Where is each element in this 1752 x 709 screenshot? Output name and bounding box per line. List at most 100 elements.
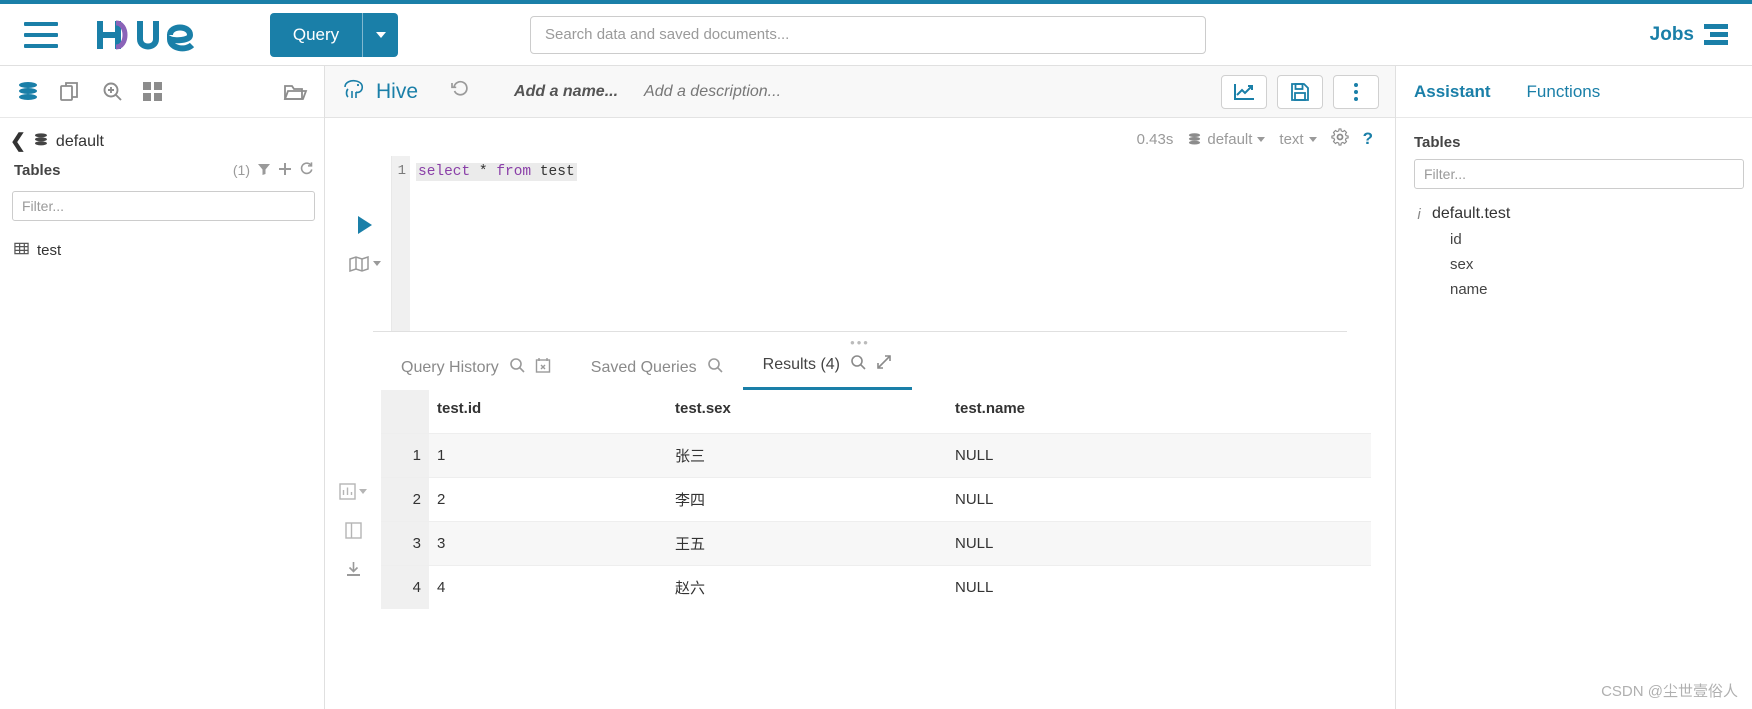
cell-name: NULL	[947, 521, 1371, 566]
documents-icon[interactable]	[58, 80, 82, 104]
table-row[interactable]: 1 1 张三 NULL	[381, 433, 1371, 478]
tables-header-title: Tables	[14, 161, 61, 179]
right-assistant-panel: Assistant Functions Tables i default.tes…	[1396, 66, 1752, 709]
main-body: ❮ default Tables (1) Filter... test Hive…	[0, 66, 1752, 709]
database-selector-label: default	[1207, 130, 1253, 148]
jobs-link[interactable]: Jobs	[1650, 24, 1694, 46]
engine-selector[interactable]: Hive	[341, 77, 418, 107]
query-name-field[interactable]: Add a name...	[514, 83, 618, 101]
query-description-field[interactable]: Add a description...	[644, 83, 781, 101]
columns-view-icon[interactable]	[344, 522, 362, 539]
database-icon[interactable]	[16, 80, 40, 104]
table-row[interactable]: 2 2 李四 NULL	[381, 477, 1371, 522]
sql-token-plain: *	[470, 164, 497, 180]
gear-settings-icon[interactable]	[1330, 128, 1349, 150]
table-row[interactable]: 3 3 王五 NULL	[381, 521, 1371, 566]
tables-filter-input[interactable]	[12, 191, 315, 221]
results-table-wrapper: test.id test.sex test.name 1 1 张三 NULL 2…	[381, 390, 1395, 709]
cell-sex: 赵六	[667, 565, 947, 609]
assistant-table-node[interactable]: i default.test	[1414, 205, 1734, 223]
question-help-icon[interactable]: ?	[1363, 129, 1373, 149]
query-duration: 0.43s	[1136, 130, 1174, 148]
chart-trending-icon[interactable]	[1221, 74, 1267, 109]
assistant-table-tree: i default.test id sex name	[1396, 189, 1752, 314]
chart-bar-icon[interactable]	[339, 483, 367, 500]
column-header-sex[interactable]: test.sex	[667, 390, 947, 434]
assistant-filter-input[interactable]	[1414, 159, 1744, 189]
cell-sex: 张三	[667, 433, 947, 478]
assistant-column[interactable]: name	[1414, 281, 1734, 298]
cell-id: 1	[429, 433, 667, 478]
results-gutter	[325, 390, 381, 709]
hue-logo[interactable]	[94, 15, 226, 55]
code-editor[interactable]: 1 select * from test	[391, 156, 1395, 331]
search-input[interactable]	[530, 15, 1206, 54]
assistant-column[interactable]: id	[1414, 231, 1734, 248]
assistant-column[interactable]: sex	[1414, 256, 1734, 273]
download-icon[interactable]	[345, 561, 362, 578]
query-button-label: Query	[292, 24, 340, 44]
grid-view-icon[interactable]	[344, 442, 363, 461]
sql-line: select * from test	[416, 163, 577, 181]
column-header-name[interactable]: test.name	[947, 390, 1371, 434]
map-book-icon[interactable]	[349, 255, 381, 272]
hamburger-menu-icon[interactable]	[24, 21, 58, 48]
left-panel-iconbar	[0, 66, 324, 118]
search-icon[interactable]	[509, 357, 525, 378]
editor-code-content[interactable]: select * from test	[410, 156, 1395, 331]
table-name: test	[37, 242, 62, 259]
expand-arrows-icon[interactable]	[876, 354, 892, 375]
table-row[interactable]: 4 4 赵六 NULL	[381, 565, 1371, 609]
plus-icon[interactable]	[278, 162, 292, 179]
tab-saved-queries[interactable]: Saved Queries	[571, 357, 743, 390]
save-disk-icon[interactable]	[1277, 74, 1323, 109]
info-icon[interactable]: i	[1414, 206, 1424, 223]
grid-apps-icon[interactable]	[142, 81, 164, 103]
chevron-down-icon	[373, 261, 381, 266]
tab-query-history[interactable]: Query History	[381, 357, 571, 390]
calendar-x-icon[interactable]	[535, 357, 551, 378]
chevron-left-icon[interactable]: ❮	[10, 132, 26, 151]
cell-name: NULL	[947, 565, 1371, 609]
drag-handle-dots: •••	[850, 335, 870, 350]
top-navbar: Query Jobs	[0, 4, 1752, 66]
column-header-rownum[interactable]	[381, 390, 429, 434]
tables-header-actions: (1)	[233, 161, 314, 179]
search-icon[interactable]	[850, 354, 866, 375]
database-selector[interactable]: default	[1187, 130, 1266, 148]
assistant-section-title: Tables	[1414, 134, 1461, 151]
history-revert-icon[interactable]	[450, 79, 470, 104]
column-header-id[interactable]: test.id	[429, 390, 667, 434]
list-item[interactable]: test	[0, 237, 324, 264]
results-table: test.id test.sex test.name 1 1 张三 NULL 2…	[381, 390, 1371, 609]
tab-assistant[interactable]: Assistant	[1414, 82, 1491, 102]
folder-icon[interactable]	[282, 80, 308, 104]
sql-editor-area: 1 select * from test	[325, 156, 1395, 331]
funnel-filter-icon[interactable]	[257, 162, 271, 179]
jobs-stack-icon[interactable]	[1704, 24, 1728, 45]
refresh-icon[interactable]	[299, 161, 314, 179]
format-selector[interactable]: text	[1279, 131, 1317, 148]
tab-label: Query History	[401, 358, 499, 376]
cell-rownum: 2	[381, 477, 429, 522]
results-table-body: 1 1 张三 NULL 2 2 李四 NULL 3 3 王五 NULL 4 4 …	[381, 433, 1371, 609]
query-button[interactable]: Query	[270, 12, 398, 57]
tab-results[interactable]: Results (4)	[742, 354, 912, 390]
breadcrumb-database-name[interactable]: default	[56, 133, 104, 151]
tables-filter	[12, 191, 315, 221]
line-number: 1	[397, 163, 406, 179]
search-icon[interactable]	[707, 357, 723, 378]
global-search	[530, 15, 1206, 54]
play-execute-icon[interactable]	[358, 215, 372, 234]
chevron-down-icon	[359, 489, 367, 494]
editor-header-buttons	[1221, 74, 1379, 109]
table-header-row: test.id test.sex test.name	[381, 390, 1371, 434]
caret-down-icon[interactable]	[362, 12, 398, 57]
editor-resize-divider[interactable]: •••	[373, 331, 1347, 350]
cell-name: NULL	[947, 477, 1371, 522]
search-zoom-icon[interactable]	[100, 80, 124, 104]
tab-functions[interactable]: Functions	[1527, 82, 1601, 102]
results-body: test.id test.sex test.name 1 1 张三 NULL 2…	[325, 390, 1395, 709]
query-info-bar: 0.43s default text ?	[325, 118, 1395, 156]
kebab-menu-icon[interactable]	[1333, 74, 1379, 109]
